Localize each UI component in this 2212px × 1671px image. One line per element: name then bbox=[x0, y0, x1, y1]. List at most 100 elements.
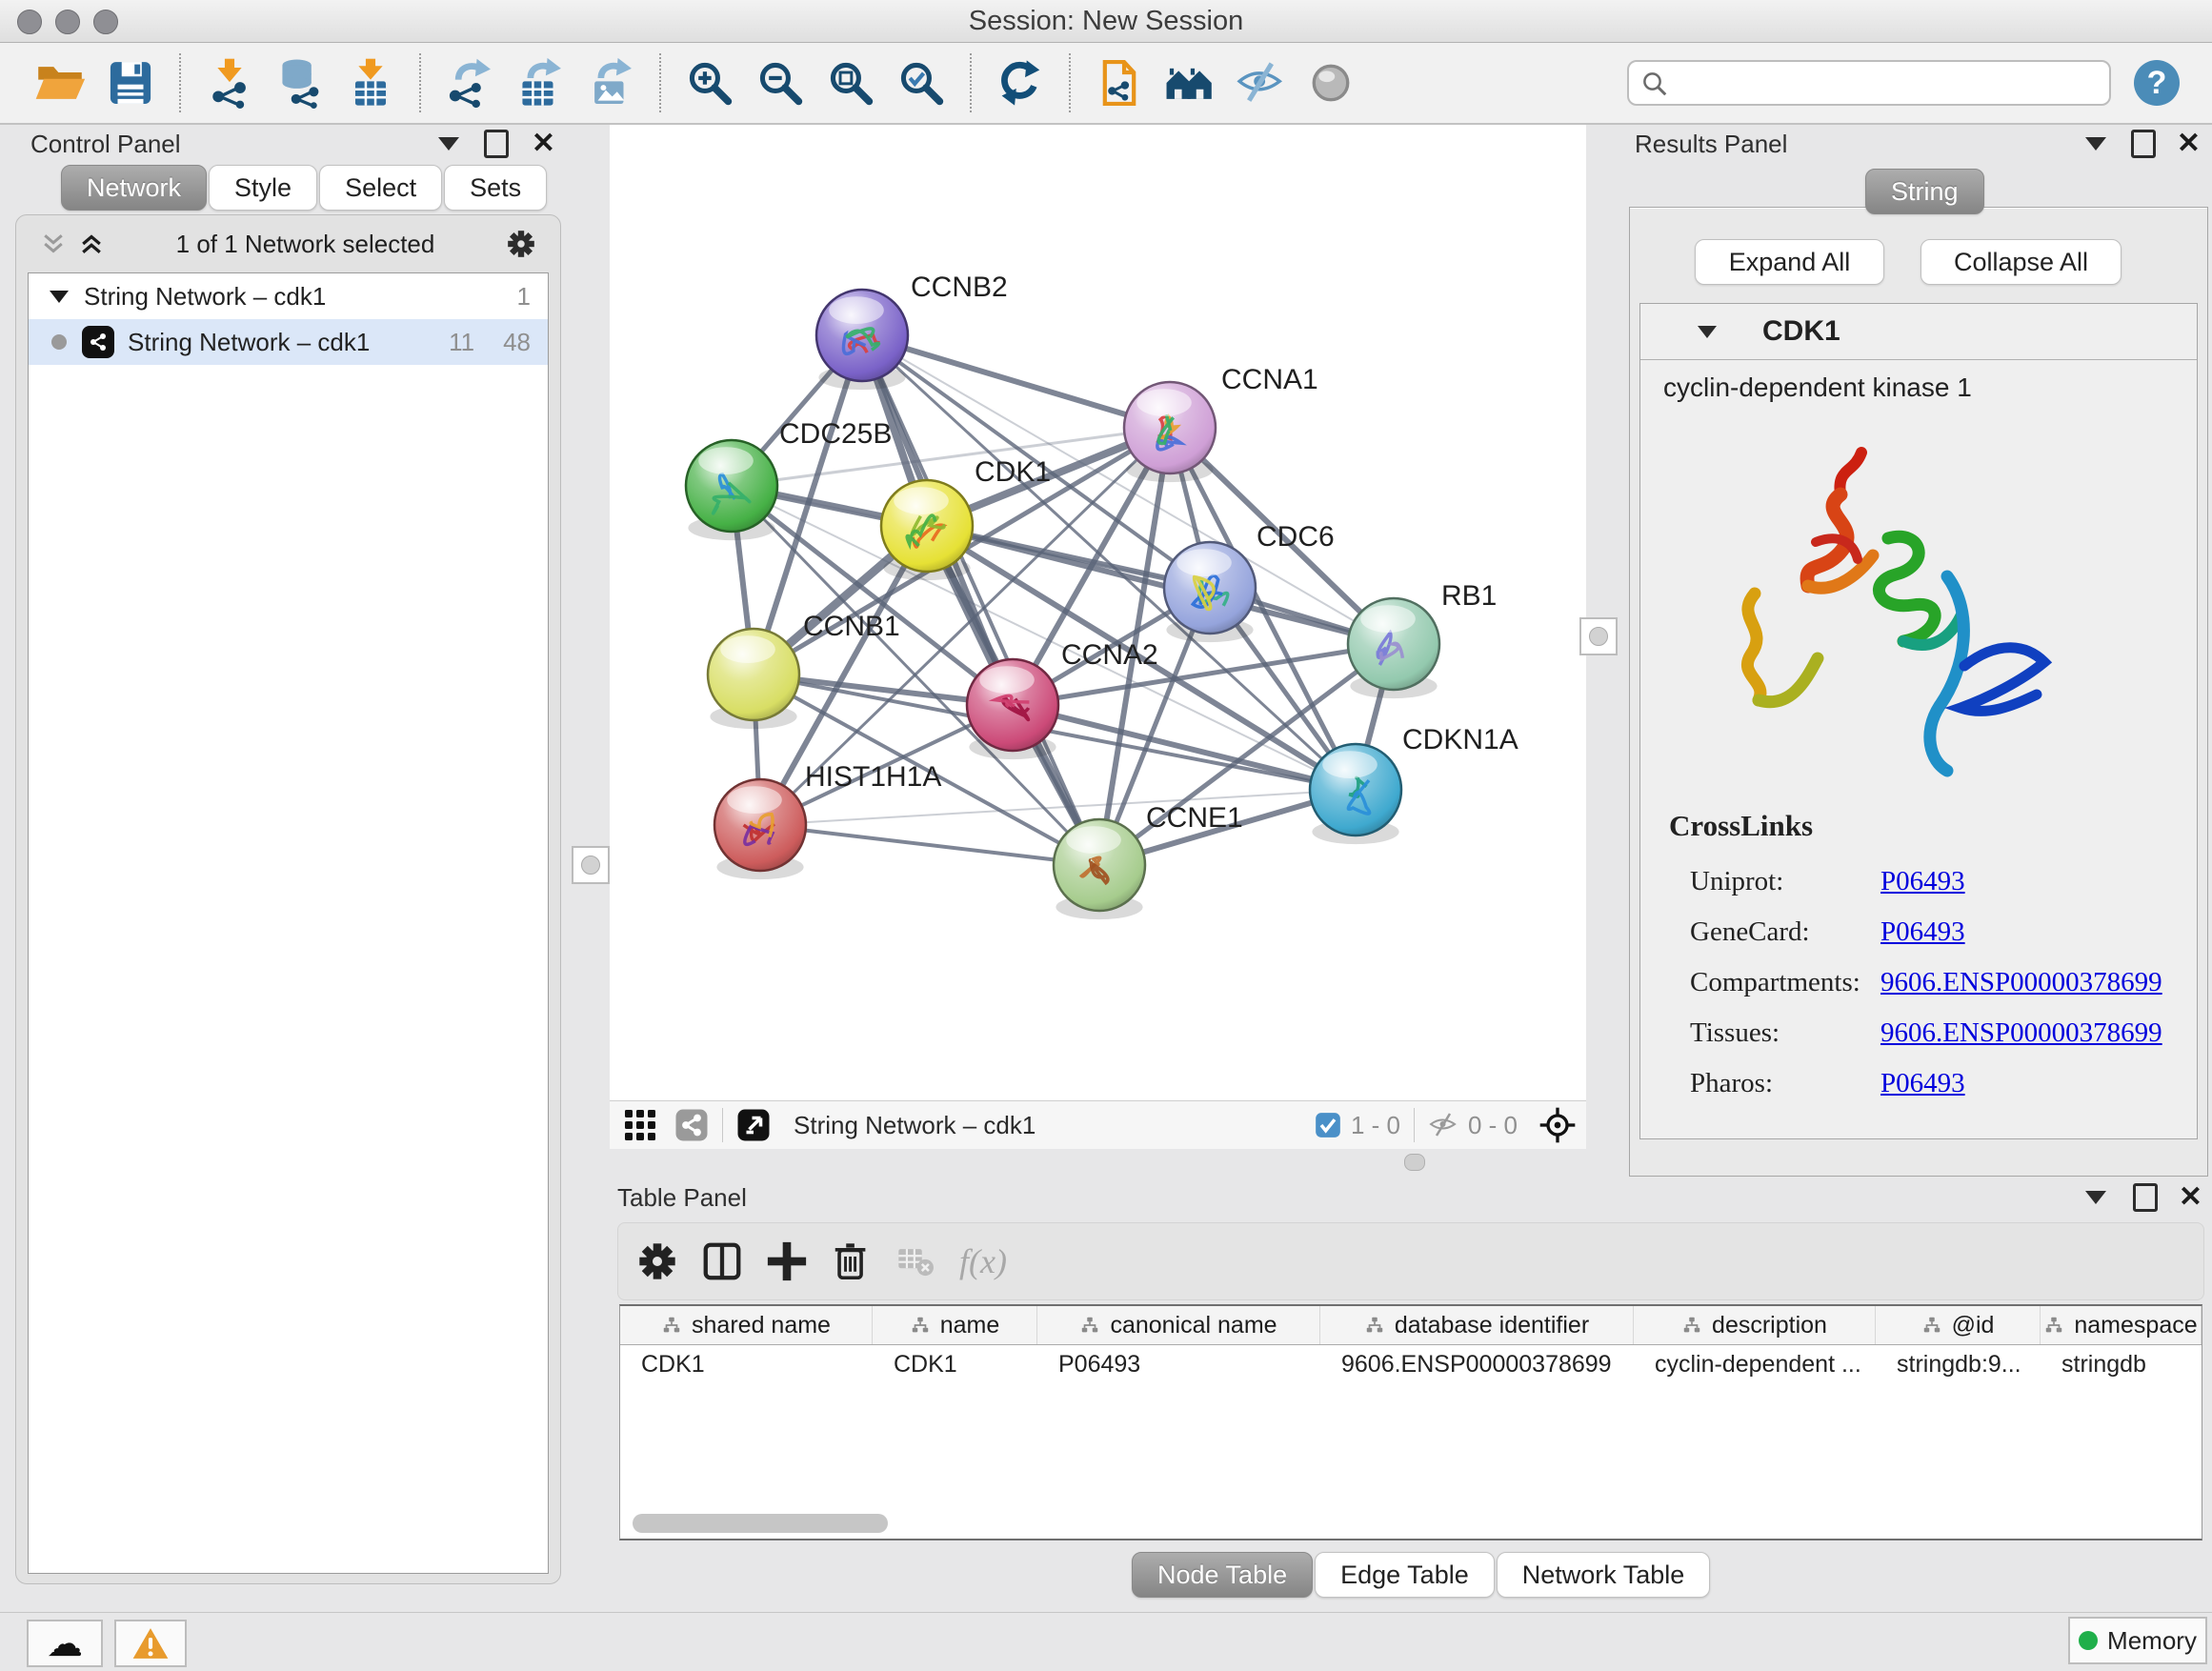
table-cell[interactable]: CDK1 bbox=[873, 1345, 1037, 1383]
show-columns-icon[interactable] bbox=[700, 1239, 744, 1283]
export-image-button[interactable] bbox=[581, 53, 640, 112]
panel-float-icon[interactable] bbox=[484, 130, 509, 158]
column-header-canonical-name[interactable]: canonical name bbox=[1037, 1306, 1320, 1344]
table-cell[interactable]: stringdb:9... bbox=[1876, 1345, 2041, 1383]
panel-float-icon[interactable] bbox=[2131, 130, 2156, 158]
warnings-button[interactable] bbox=[114, 1620, 187, 1667]
network-edge-CDKN1A-HIST1H1A[interactable] bbox=[760, 790, 1356, 825]
search-input[interactable] bbox=[1627, 60, 2111, 106]
open-session-button[interactable] bbox=[30, 53, 90, 112]
zoom-fit-button[interactable] bbox=[821, 53, 880, 112]
column-header-description[interactable]: description bbox=[1634, 1306, 1876, 1344]
collapse-all-button[interactable]: Collapse All bbox=[1920, 239, 2122, 285]
expand-all-button[interactable]: Expand All bbox=[1695, 239, 1884, 285]
network-node-CDKN1A[interactable]: CDKN1A bbox=[1310, 724, 1518, 844]
panel-close-icon[interactable]: ✕ bbox=[2179, 1186, 2202, 1209]
tab-sets[interactable]: Sets bbox=[444, 165, 547, 211]
panel-close-icon[interactable]: ✕ bbox=[2177, 132, 2201, 155]
string-home-button[interactable] bbox=[1160, 53, 1219, 112]
export-table-button[interactable] bbox=[511, 53, 570, 112]
selected-checkbox-icon[interactable] bbox=[1315, 1112, 1341, 1138]
table-row[interactable]: CDK1CDK1P064939606.ENSP00000378699cyclin… bbox=[620, 1345, 2202, 1383]
network-collection-row[interactable]: String Network – cdk1 1 bbox=[29, 273, 548, 319]
tab-node-table[interactable]: Node Table bbox=[1132, 1552, 1313, 1598]
export-network-button[interactable] bbox=[440, 53, 499, 112]
column-header-namespace[interactable]: namespace bbox=[2041, 1306, 2202, 1344]
column-header-name[interactable]: name bbox=[873, 1306, 1037, 1344]
panel-menu-caret-icon[interactable] bbox=[2085, 1191, 2106, 1204]
zoom-out-button[interactable] bbox=[751, 53, 810, 112]
pharos-link[interactable]: P06493 bbox=[1880, 1058, 1965, 1109]
tree-expand-caret-icon[interactable] bbox=[50, 291, 69, 303]
network-edge-CCNE1-HIST1H1A[interactable] bbox=[760, 825, 1099, 865]
tab-network-table[interactable]: Network Table bbox=[1497, 1552, 1711, 1598]
node-label-RB1: RB1 bbox=[1441, 580, 1497, 612]
help-button[interactable]: ? bbox=[2134, 60, 2180, 106]
memory-button[interactable]: Memory bbox=[2068, 1617, 2207, 1664]
network-node-CCNB1[interactable]: CCNB1 bbox=[708, 611, 900, 729]
zoom-in-button[interactable] bbox=[680, 53, 739, 112]
import-network-database-button[interactable] bbox=[271, 53, 330, 112]
delete-column-trash-icon[interactable] bbox=[830, 1239, 874, 1283]
zoom-selected-button[interactable] bbox=[892, 53, 951, 112]
table-cell[interactable]: stringdb bbox=[2041, 1345, 2202, 1383]
cdk1-section-header[interactable]: CDK1 bbox=[1640, 304, 2197, 360]
column-header-database-identifier[interactable]: database identifier bbox=[1320, 1306, 1634, 1344]
uniprot-link[interactable]: P06493 bbox=[1880, 856, 1965, 907]
tab-style[interactable]: Style bbox=[209, 165, 317, 211]
tab-string[interactable]: String bbox=[1865, 169, 1984, 214]
graphics-detail-button[interactable] bbox=[1301, 53, 1360, 112]
save-session-button[interactable] bbox=[101, 53, 160, 112]
panel-menu-caret-icon[interactable] bbox=[438, 137, 459, 151]
network-type-share-icon[interactable] bbox=[674, 1108, 709, 1142]
column-header-shared-name[interactable]: shared name bbox=[620, 1306, 873, 1344]
import-network-file-button[interactable] bbox=[200, 53, 259, 112]
gear-icon[interactable] bbox=[505, 228, 537, 260]
compartments-link[interactable]: 9606.ENSP00000378699 bbox=[1880, 957, 2162, 1008]
network-node-RB1[interactable]: RB1 bbox=[1348, 580, 1497, 698]
table-settings-gear-icon[interactable] bbox=[635, 1239, 679, 1283]
window-zoom-button[interactable] bbox=[93, 10, 118, 34]
network-view-canvas[interactable]: CCNB2CCNA1CDC25BCDK1CDC6RB1CCNB1CCNA2CDK… bbox=[610, 125, 1586, 1100]
network-node-CCNE1[interactable]: CCNE1 bbox=[1054, 802, 1243, 919]
search-icon bbox=[1640, 70, 1669, 98]
right-splitter-grip[interactable] bbox=[1579, 617, 1618, 655]
tab-edge-table[interactable]: Edge Table bbox=[1315, 1552, 1495, 1598]
cloud-status-button[interactable]: ☁ bbox=[27, 1620, 103, 1667]
table-toolbar: f(x) bbox=[617, 1222, 2204, 1300]
fit-crosshair-icon[interactable] bbox=[1538, 1106, 1577, 1144]
tab-network[interactable]: Network bbox=[61, 165, 207, 211]
table-cell[interactable]: cyclin-dependent ... bbox=[1634, 1345, 1876, 1383]
network-node-CCNA1[interactable]: CCNA1 bbox=[1124, 364, 1318, 482]
import-table-file-button[interactable] bbox=[341, 53, 400, 112]
panel-float-icon[interactable] bbox=[2133, 1183, 2158, 1212]
refresh-view-button[interactable] bbox=[991, 53, 1050, 112]
collapse-all-chevron-icon[interactable] bbox=[39, 230, 68, 258]
expand-all-chevron-icon[interactable] bbox=[77, 230, 106, 258]
table-cell[interactable]: CDK1 bbox=[620, 1345, 873, 1383]
network-row[interactable]: String Network – cdk1 11 48 bbox=[29, 319, 548, 365]
open-in-new-window-icon[interactable] bbox=[736, 1108, 771, 1142]
tissues-link[interactable]: 9606.ENSP00000378699 bbox=[1880, 1008, 2162, 1058]
table-cell[interactable]: P06493 bbox=[1037, 1345, 1320, 1383]
add-column-plus-icon[interactable] bbox=[765, 1239, 809, 1283]
section-collapse-caret-icon[interactable] bbox=[1698, 326, 1717, 338]
window-minimize-button[interactable] bbox=[55, 10, 80, 34]
string-network-graph[interactable]: CCNB2CCNA1CDC25BCDK1CDC6RB1CCNB1CCNA2CDK… bbox=[610, 125, 1586, 1100]
panel-menu-caret-icon[interactable] bbox=[2085, 137, 2106, 151]
birds-eye-grid-icon[interactable] bbox=[623, 1108, 657, 1142]
window-close-button[interactable] bbox=[17, 10, 42, 34]
hide-graphics-button[interactable] bbox=[1231, 53, 1290, 112]
horizontal-splitter-knob[interactable] bbox=[1404, 1154, 1425, 1171]
tab-select[interactable]: Select bbox=[319, 165, 442, 211]
genecard-link[interactable]: P06493 bbox=[1880, 907, 1965, 957]
table-horizontal-scrollbar[interactable] bbox=[633, 1514, 888, 1533]
network-edge-CCNB2-CCNA1[interactable] bbox=[862, 335, 1170, 428]
panel-close-icon[interactable]: ✕ bbox=[532, 132, 555, 155]
table-cell[interactable]: 9606.ENSP00000378699 bbox=[1320, 1345, 1634, 1383]
column-header-@id[interactable]: @id bbox=[1876, 1306, 2041, 1344]
hidden-eye-slash-icon[interactable] bbox=[1428, 1110, 1458, 1140]
left-splitter-grip[interactable] bbox=[572, 846, 610, 884]
share-document-button[interactable] bbox=[1090, 53, 1149, 112]
node-table[interactable]: shared namenamecanonical namedatabase id… bbox=[619, 1304, 2202, 1540]
